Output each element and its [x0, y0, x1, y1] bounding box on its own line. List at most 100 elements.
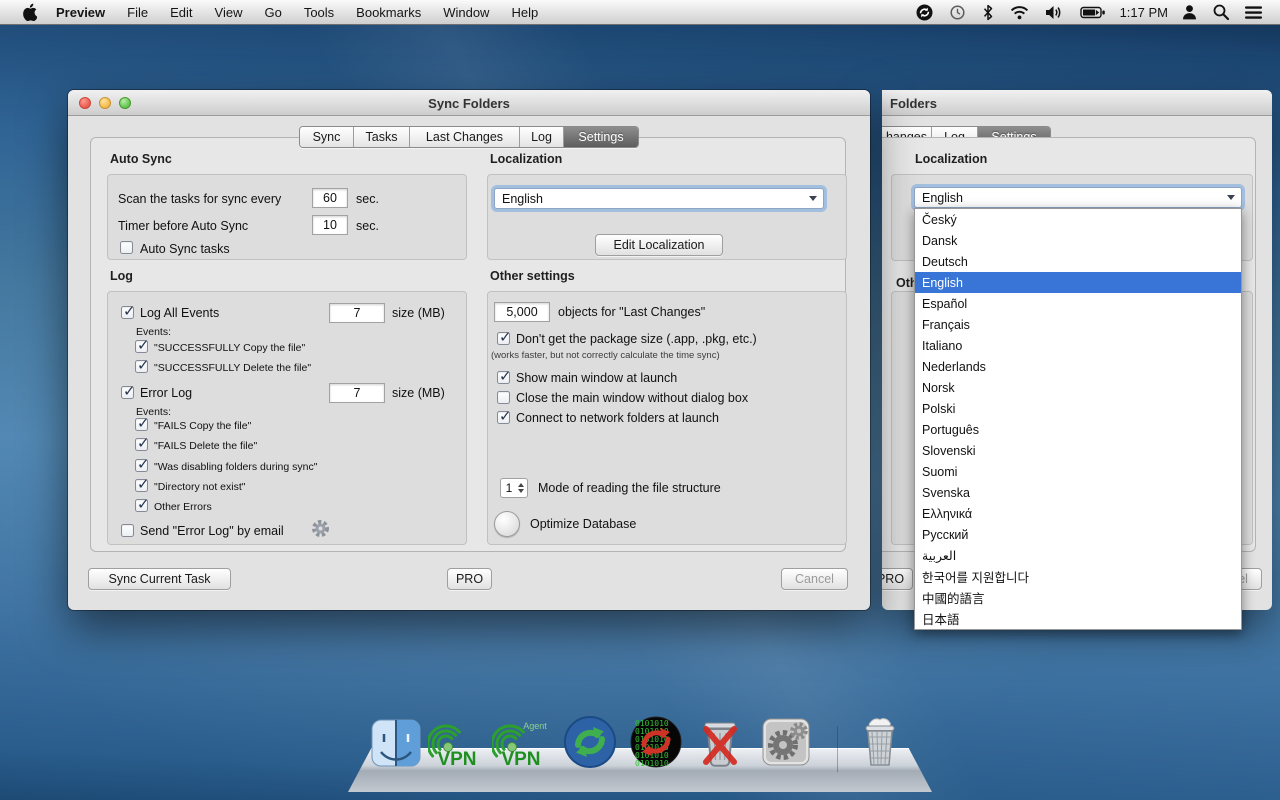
other-settings-box: 5,000 objects for "Last Changes" Don't g… [487, 291, 847, 545]
language-option[interactable]: Nederlands [915, 356, 1241, 377]
system-preferences-icon[interactable] [758, 714, 814, 770]
sync-folders-icon[interactable] [562, 714, 618, 770]
error-log-checkbox[interactable] [121, 386, 134, 399]
language-option[interactable]: Norsk [915, 377, 1241, 398]
binary-sync-icon[interactable]: 0101010010101001010100101010010101001010… [628, 714, 684, 770]
pro-button-right[interactable]: PRO [882, 568, 913, 590]
event-checkbox[interactable] [135, 360, 148, 373]
vpn-agent-icon[interactable]: AgentVPN [492, 714, 548, 770]
log-all-events-checkbox[interactable] [121, 306, 134, 319]
spotlight-icon[interactable] [1205, 0, 1237, 25]
wifi-icon[interactable] [1002, 0, 1037, 25]
event-checkbox[interactable] [135, 340, 148, 353]
apple-icon[interactable] [14, 0, 45, 25]
language-option[interactable]: Français [915, 314, 1241, 335]
gear-icon[interactable] [311, 519, 330, 543]
time-machine-icon[interactable] [941, 0, 974, 25]
event-label[interactable]: "FAILS Delete the file" [154, 440, 257, 452]
pro-button[interactable]: PRO [447, 568, 492, 590]
language-option[interactable]: Русский [915, 524, 1241, 545]
optimize-database-button[interactable] [494, 511, 520, 537]
language-option[interactable]: English [915, 272, 1241, 293]
language-option[interactable]: Italiano [915, 335, 1241, 356]
menu-item-edit[interactable]: Edit [159, 0, 203, 25]
menu-item-help[interactable]: Help [500, 0, 549, 25]
option-label[interactable]: Don't get the package size (.app, .pkg, … [516, 332, 757, 346]
menu-item-file[interactable]: File [116, 0, 159, 25]
trash-icon[interactable] [852, 714, 908, 770]
menu-item-window[interactable]: Window [432, 0, 500, 25]
log-all-events-label[interactable]: Log All Events [140, 306, 219, 320]
event-checkbox[interactable] [135, 499, 148, 512]
delete-trash-icon[interactable] [692, 714, 748, 770]
event-checkbox[interactable] [135, 459, 148, 472]
menu-item-app[interactable]: Preview [45, 0, 116, 25]
tab-settings[interactable]: Settings [564, 127, 638, 147]
scan-interval-input[interactable]: 60 [312, 188, 348, 208]
language-option[interactable]: Ελληνικά [915, 503, 1241, 524]
bluetooth-icon[interactable] [974, 0, 1002, 25]
option-label[interactable]: Connect to network folders at launch [516, 411, 719, 425]
language-option[interactable]: Suomi [915, 461, 1241, 482]
vpn-icon[interactable]: VPN [428, 714, 484, 770]
battery-icon[interactable] [1072, 0, 1114, 25]
language-combo[interactable]: English [494, 188, 824, 209]
language-option[interactable]: 中國的語言 [915, 587, 1241, 608]
event-label[interactable]: "SUCCESSFULLY Copy the file" [154, 342, 305, 354]
tab-last-changes[interactable]: Last Changes [410, 127, 520, 147]
language-option[interactable]: 한국어를 지원합니다 [915, 566, 1241, 587]
menu-item-go[interactable]: Go [253, 0, 292, 25]
error-log-label[interactable]: Error Log [140, 386, 192, 400]
option-checkbox[interactable] [497, 411, 510, 424]
menu-item-tools[interactable]: Tools [293, 0, 345, 25]
error-log-size-input[interactable]: 7 [329, 383, 385, 403]
title-bar[interactable]: Sync Folders [68, 90, 870, 116]
language-option[interactable]: Deutsch [915, 251, 1241, 272]
finder-icon[interactable] [368, 714, 424, 770]
language-option[interactable]: Český [915, 209, 1241, 230]
language-option[interactable]: 日本語 [915, 608, 1241, 629]
event-checkbox[interactable] [135, 418, 148, 431]
menu-item-view[interactable]: View [204, 0, 254, 25]
event-checkbox[interactable] [135, 438, 148, 451]
sync-current-task-button[interactable]: Sync Current Task [88, 568, 231, 590]
option-checkbox[interactable] [497, 391, 510, 404]
menu-clock[interactable]: 1:17 PM [1114, 5, 1174, 20]
event-label[interactable]: "SUCCESSFULLY Delete the file" [154, 362, 311, 374]
option-checkbox[interactable] [497, 371, 510, 384]
event-label[interactable]: "Was disabling folders during sync" [154, 461, 317, 473]
send-email-label[interactable]: Send "Error Log" by email [140, 524, 284, 538]
mode-stepper[interactable]: 1 [500, 478, 528, 498]
user-icon[interactable] [1174, 0, 1205, 25]
event-label[interactable]: "FAILS Copy the file" [154, 420, 251, 432]
send-email-checkbox[interactable] [121, 524, 134, 537]
option-checkbox[interactable] [497, 332, 510, 345]
event-label[interactable]: Other Errors [154, 501, 212, 513]
objects-input[interactable]: 5,000 [494, 302, 550, 322]
language-combo-right[interactable]: English [914, 187, 1242, 208]
timer-input[interactable]: 10 [312, 215, 348, 235]
menu-item-bookmarks[interactable]: Bookmarks [345, 0, 432, 25]
notification-list-icon[interactable] [1237, 0, 1270, 25]
language-option[interactable]: العربية [915, 545, 1241, 566]
auto-sync-tasks-label[interactable]: Auto Sync tasks [140, 242, 230, 256]
language-option[interactable]: Español [915, 293, 1241, 314]
option-label[interactable]: Close the main window without dialog box [516, 391, 748, 405]
cancel-button[interactable]: Cancel [781, 568, 848, 590]
volume-icon[interactable] [1037, 0, 1072, 25]
language-option[interactable]: Português [915, 419, 1241, 440]
log-size-input[interactable]: 7 [329, 303, 385, 323]
tab-log[interactable]: Log [520, 127, 564, 147]
auto-sync-tasks-checkbox[interactable] [120, 241, 133, 254]
language-option[interactable]: Svenska [915, 482, 1241, 503]
event-checkbox[interactable] [135, 479, 148, 492]
sync-menu-icon[interactable] [908, 0, 941, 25]
tab-sync[interactable]: Sync [300, 127, 354, 147]
language-option[interactable]: Dansk [915, 230, 1241, 251]
language-option[interactable]: Slovenski [915, 440, 1241, 461]
edit-localization-button[interactable]: Edit Localization [595, 234, 723, 256]
language-option[interactable]: Polski [915, 398, 1241, 419]
tab-tasks[interactable]: Tasks [354, 127, 410, 147]
option-label[interactable]: Show main window at launch [516, 371, 677, 385]
event-label[interactable]: "Directory not exist" [154, 481, 245, 493]
